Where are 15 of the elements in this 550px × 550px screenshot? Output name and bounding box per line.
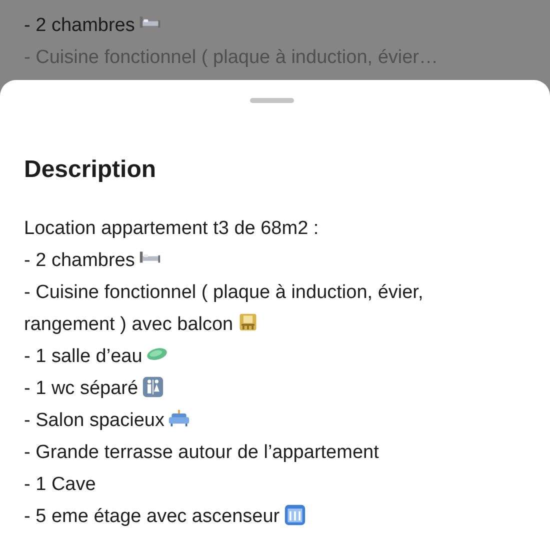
background-text-line: - 2 chambres xyxy=(24,15,135,36)
description-line: - 1 salle d’eau xyxy=(24,346,142,367)
description-line: rangement ) avec balcon xyxy=(24,314,234,335)
description-line: - 5 eme étage avec ascenseur xyxy=(24,506,280,527)
description-line: - 1 Cave xyxy=(24,474,96,495)
sheet-title: Description xyxy=(24,155,158,185)
restroom-icon xyxy=(142,376,164,398)
description-line: - 2 chambres xyxy=(24,250,135,271)
description-line: - 1 wc séparé xyxy=(24,378,138,399)
description-line: Location appartement t3 de 68m2 : xyxy=(24,218,319,239)
description-line: - Cuisine fonctionnel ( plaque à induction, évier, xyxy=(24,282,424,303)
elevator-icon xyxy=(284,504,306,526)
description-line: - Salon spacieux xyxy=(24,410,164,431)
description-line: - Grande terrasse autour de l’appartement xyxy=(24,442,379,463)
drag-handle[interactable] xyxy=(250,98,294,103)
